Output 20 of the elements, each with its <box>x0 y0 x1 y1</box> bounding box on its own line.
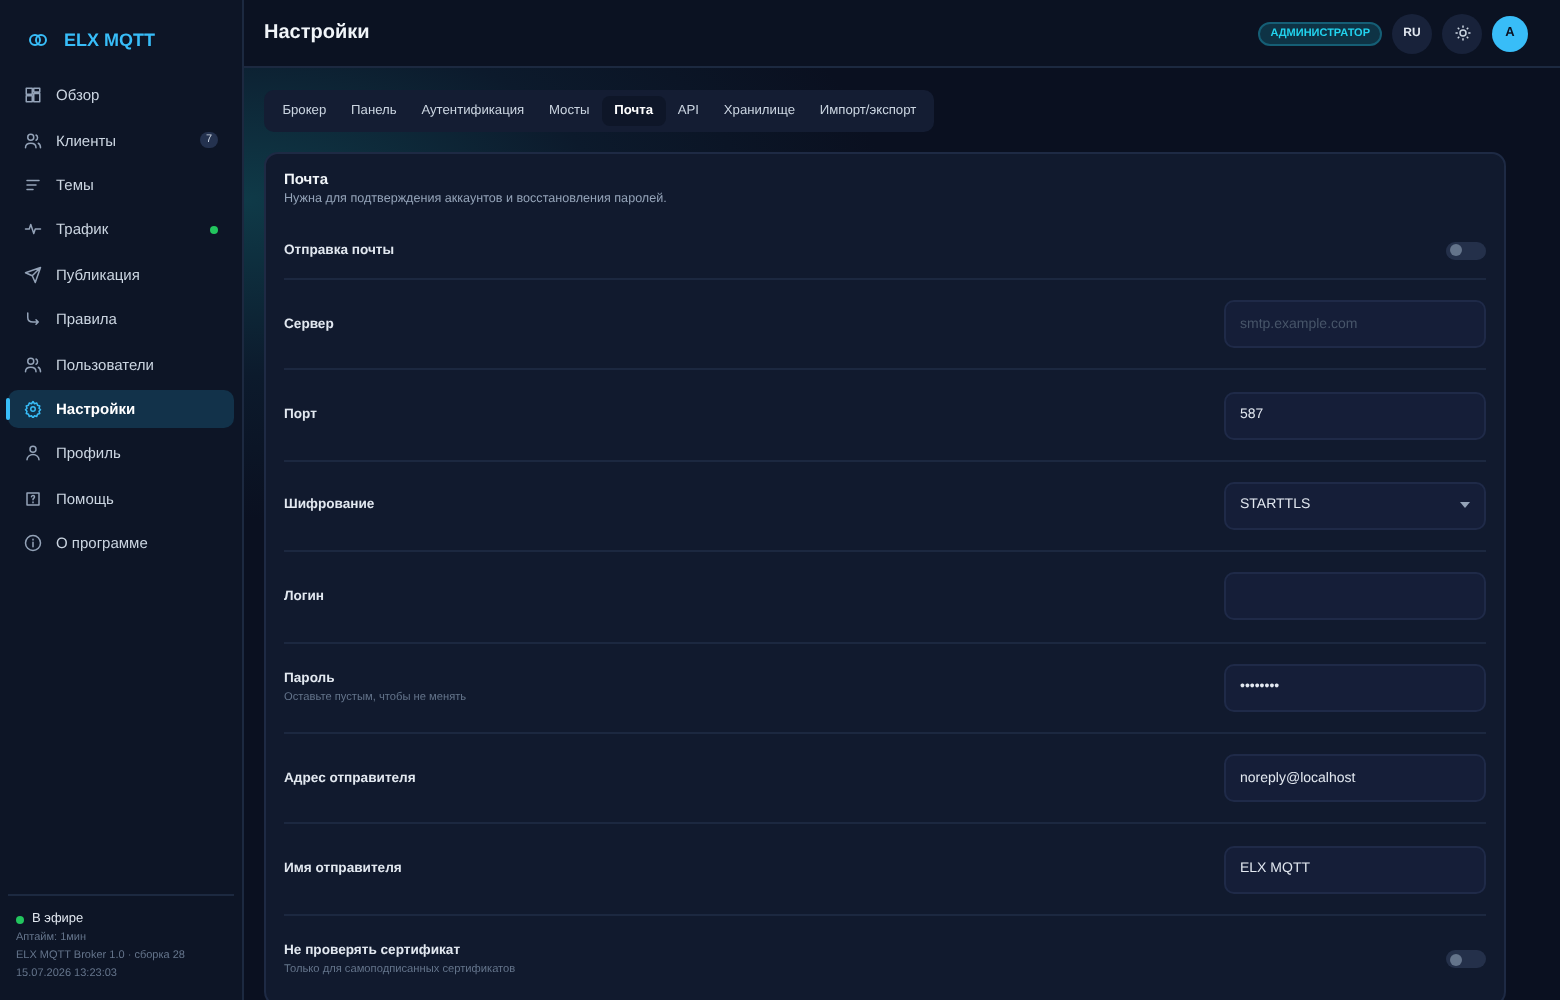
grid-icon <box>24 86 42 105</box>
lines-icon <box>24 175 42 194</box>
gear-icon <box>24 399 42 418</box>
theme-button[interactable] <box>1442 13 1482 53</box>
logo-icon <box>26 28 50 52</box>
caret-icon <box>1460 502 1470 509</box>
users-icon <box>24 355 42 374</box>
input-field[interactable] <box>1224 572 1486 621</box>
info-icon <box>24 534 42 553</box>
app-logo: ELX MQTT <box>64 30 155 50</box>
toggle-switch[interactable] <box>1446 950 1486 969</box>
sun-icon <box>1453 24 1471 42</box>
toggle-switch[interactable] <box>1446 241 1486 259</box>
pulse-icon <box>24 220 42 239</box>
send-icon <box>24 265 42 284</box>
person-icon <box>24 444 42 463</box>
question-icon <box>24 489 42 508</box>
users-icon <box>24 131 42 150</box>
page-title: Настройки <box>264 22 370 44</box>
branch-icon <box>24 310 42 329</box>
